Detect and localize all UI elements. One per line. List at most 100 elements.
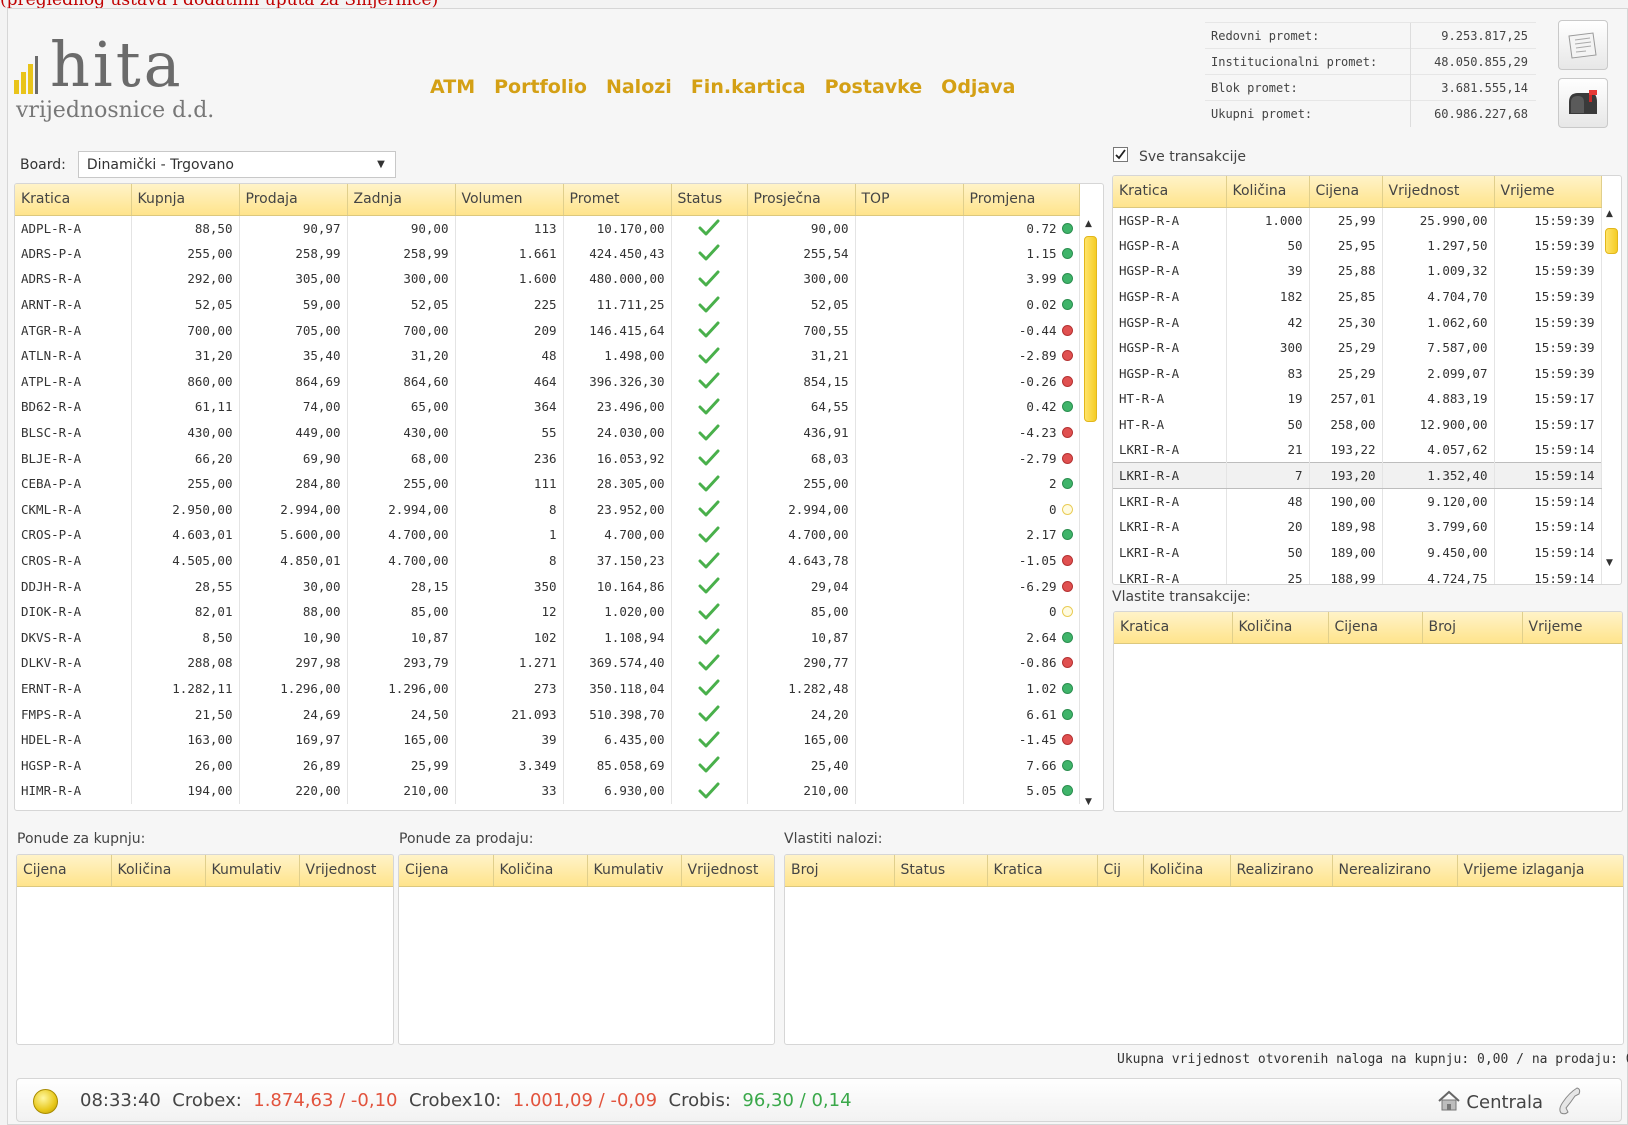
column-header[interactable]: Kratica — [987, 855, 1098, 887]
table-row[interactable]: HGSP-R-A 300 25,29 7.587,00 15:59:39 — [1113, 334, 1602, 361]
scroll-down-icon[interactable]: ▼ — [1085, 797, 1092, 807]
table-row[interactable]: ARNT-R-A 52,05 59,00 52,05 225 11.711,25 52,05… — [15, 291, 1080, 318]
table-row[interactable]: ADRS-P-A 255,00 258,99 258,99 1.661 424.450,4… — [15, 240, 1080, 267]
column-header[interactable]: Kratica — [1113, 176, 1227, 208]
column-header[interactable]: Vrijednost — [299, 855, 393, 887]
change-value: -6.29 — [1018, 578, 1057, 594]
table-row[interactable]: LKRI-R-A 7 193,20 1.352,40 15:59:14 — [1113, 462, 1602, 490]
table-row[interactable]: BLJE-R-A 66,20 69,90 68,00 236 16.053,92 68,03… — [15, 445, 1080, 471]
column-header[interactable]: TOP — [855, 184, 964, 216]
scroll-up-icon[interactable]: ▲ — [1085, 219, 1092, 229]
table-row[interactable]: HGSP-R-A 39 25,88 1.009,32 15:59:39 — [1113, 258, 1602, 284]
all-transactions-checkbox[interactable] — [1113, 147, 1128, 162]
table-row[interactable]: ADPL-R-A 88,50 90,97 90,00 113 10.170,00 90,00… — [15, 215, 1080, 241]
column-header[interactable]: Promjena — [963, 184, 1080, 216]
nav-atm[interactable]: ATM — [430, 76, 475, 98]
column-header[interactable]: Cij — [1097, 855, 1144, 887]
table-row[interactable]: LKRI-R-A 48 190,00 9.120,00 15:59:14 — [1113, 488, 1602, 515]
centrala-button[interactable]: Centrala — [1437, 1090, 1543, 1113]
table-row[interactable]: CROS-R-A 4.505,00 4.850,01 4.700,00 8 37.150,… — [15, 547, 1080, 574]
scroll-thumb[interactable] — [1084, 236, 1097, 422]
column-header[interactable]: Cijena — [17, 855, 112, 887]
nav-nalozi[interactable]: Nalozi — [606, 76, 672, 98]
table-row[interactable]: DKVS-R-A 8,50 10,90 10,87 102 1.108,94 10,87 2.… — [15, 624, 1080, 651]
table-row[interactable]: DDJH-R-A 28,55 30,00 28,15 350 10.164,86 29,04… — [15, 573, 1080, 599]
column-header[interactable]: Zadnja — [347, 184, 456, 216]
table-row[interactable]: HGSP-R-A 1.000 25,99 25.990,00 15:59:39 — [1113, 207, 1602, 233]
cell-top — [855, 394, 964, 420]
column-header[interactable]: Cijena — [1328, 612, 1423, 644]
table-row[interactable]: HGSP-R-A 50 25,95 1.297,50 15:59:39 — [1113, 232, 1602, 259]
table-row[interactable]: BLSC-R-A 430,00 449,00 430,00 55 24.030,00 436… — [15, 419, 1080, 446]
table-row[interactable]: HT-R-A 19 257,01 4.883,19 15:59:17 — [1113, 386, 1602, 412]
column-header[interactable]: Cijena — [1309, 176, 1383, 208]
column-header[interactable]: Realizirano — [1230, 855, 1333, 887]
table-row[interactable]: ATLN-R-A 31,20 35,40 31,20 48 1.498,00 31,21 -2… — [15, 342, 1080, 369]
table-row[interactable]: HT-R-A 50 258,00 12.900,00 15:59:17 — [1113, 411, 1602, 438]
transactions-scrollbar[interactable]: ▲ ▼ — [1603, 204, 1620, 584]
column-header[interactable]: Kupnja — [131, 184, 240, 216]
column-header[interactable]: Vrijeme — [1522, 612, 1622, 644]
column-header[interactable]: Kratica — [15, 184, 132, 216]
column-header[interactable]: Vrijednost — [681, 855, 774, 887]
column-header[interactable]: Količina — [1143, 855, 1231, 887]
phone-icon[interactable] — [1557, 1086, 1583, 1116]
column-header[interactable]: Količina — [493, 855, 588, 887]
column-header[interactable]: Kumulativ — [205, 855, 300, 887]
table-row[interactable]: HGSP-R-A 26,00 26,89 25,99 3.349 85.058,69 25,… — [15, 752, 1080, 779]
table-row[interactable]: HGSP-R-A 182 25,85 4.704,70 15:59:39 — [1113, 283, 1602, 310]
scroll-up-icon[interactable]: ▲ — [1606, 209, 1613, 219]
table-row[interactable]: HDEL-R-A 163,00 169,97 165,00 39 6.435,00 165,… — [15, 726, 1080, 753]
nav-postavke[interactable]: Postavke — [825, 76, 923, 98]
scroll-down-icon[interactable]: ▼ — [1606, 558, 1613, 568]
table-row[interactable]: CROS-P-A 4.603,01 5.600,00 4.700,00 1 4.700,0… — [15, 522, 1080, 548]
table-row[interactable]: ERNT-R-A 1.282,11 1.296,00 1.296,00 273 350.1… — [15, 675, 1080, 702]
column-header[interactable]: Kumulativ — [587, 855, 682, 887]
table-row[interactable]: DIOK-R-A 82,01 88,00 85,00 12 1.020,00 85,00 0 — [15, 598, 1080, 625]
nav-portfolio[interactable]: Portfolio — [494, 76, 587, 98]
column-header[interactable]: Status — [894, 855, 988, 887]
table-row[interactable]: BD62-R-A 61,11 74,00 65,00 364 23.496,00 64,55… — [15, 394, 1080, 420]
table-row[interactable]: DLKV-R-A 288,08 297,98 293,79 1.271 369.574,4… — [15, 650, 1080, 676]
news-button[interactable] — [1558, 20, 1608, 70]
table-row[interactable]: LKRI-R-A 21 193,22 4.057,62 15:59:14 — [1113, 437, 1602, 463]
cell-top — [855, 266, 964, 292]
column-header[interactable]: Količina — [1226, 176, 1310, 208]
column-header[interactable]: Vrijeme — [1494, 176, 1602, 208]
column-header[interactable]: Vrijeme izlaganja — [1457, 855, 1623, 887]
scroll-thumb[interactable] — [1605, 228, 1618, 254]
table-row[interactable]: LKRI-R-A 20 189,98 3.799,60 15:59:14 — [1113, 514, 1602, 540]
table-row[interactable]: ATGR-R-A 700,00 705,00 700,00 209 146.415,64 7… — [15, 317, 1080, 343]
column-header[interactable]: Vrijednost — [1382, 176, 1495, 208]
column-header[interactable]: Promet — [563, 184, 672, 216]
table-row[interactable]: CEBA-P-A 255,00 284,80 255,00 111 28.305,00 25… — [15, 470, 1080, 497]
table-row[interactable]: LKRI-R-A 25 188,99 4.724,75 15:59:14 — [1113, 565, 1602, 584]
cell-value: 12 — [455, 598, 564, 625]
column-header[interactable]: Prodaja — [239, 184, 348, 216]
market-scrollbar[interactable]: ▲ ▼ — [1082, 216, 1099, 810]
table-row[interactable]: HGSP-R-A 83 25,29 2.099,07 15:59:39 — [1113, 360, 1602, 387]
column-header[interactable]: Status — [671, 184, 748, 216]
column-header[interactable]: Prosječna — [747, 184, 856, 216]
table-row[interactable]: ADRS-R-A 292,00 305,00 300,00 1.600 480.000,0… — [15, 266, 1080, 292]
column-header[interactable]: Kratica — [1114, 612, 1233, 644]
messages-button[interactable] — [1558, 78, 1608, 128]
column-header[interactable]: Nerealizirano — [1332, 855, 1458, 887]
nav-fin-kartica[interactable]: Fin.kartica — [691, 76, 806, 98]
column-header[interactable]: Količina — [111, 855, 206, 887]
table-row[interactable]: HIMR-R-A 194,00 220,00 210,00 33 6.930,00 210,… — [15, 778, 1080, 804]
table-row[interactable]: LKRI-R-A 50 189,00 9.450,00 15:59:14 — [1113, 539, 1602, 566]
table-row[interactable]: ATPL-R-A 860,00 864,69 864,60 464 396.326,30 8… — [15, 368, 1080, 395]
column-header[interactable]: Količina — [1232, 612, 1329, 644]
table-row[interactable]: HGSP-R-A 42 25,30 1.062,60 15:59:39 — [1113, 309, 1602, 335]
column-header[interactable]: Cijena — [399, 855, 494, 887]
nav-odjava[interactable]: Odjava — [941, 76, 1015, 98]
table-row[interactable]: FMPS-R-A 21,50 24,69 24,50 21.093 510.398,70 2… — [15, 701, 1080, 727]
cell-top — [855, 445, 964, 471]
column-header[interactable]: Volumen — [455, 184, 564, 216]
column-header[interactable]: Broj — [1422, 612, 1523, 644]
column-header[interactable]: Broj — [785, 855, 895, 887]
cell-value: 52,05 — [747, 291, 856, 318]
table-row[interactable]: CKML-R-A 2.950,00 2.994,00 2.994,00 8 23.952,… — [15, 496, 1080, 523]
board-select[interactable]: Dinamički - Trgovano ▼ — [77, 151, 396, 178]
